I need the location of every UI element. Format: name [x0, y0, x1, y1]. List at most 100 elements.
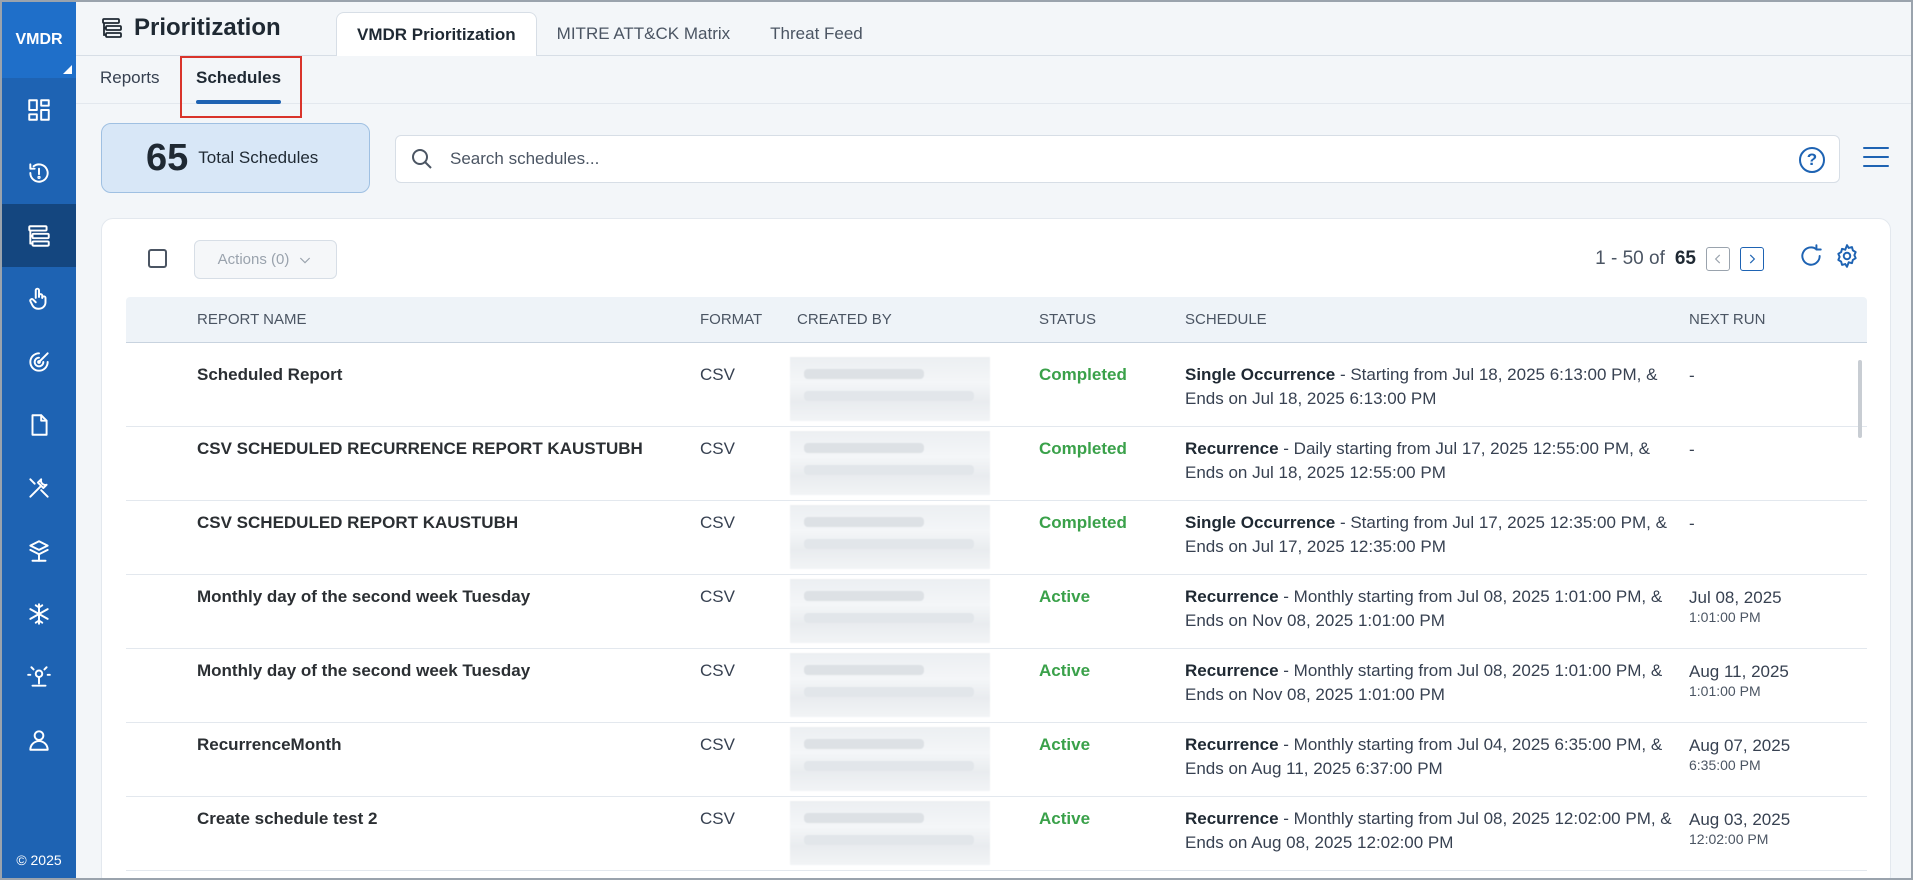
report-name[interactable]: Create schedule test 2 — [197, 809, 377, 829]
next-run: - — [1689, 513, 1695, 535]
next-run: Aug 03, 2025 12:02:00 PM — [1689, 809, 1790, 847]
table-row[interactable]: RecurrenceMonth CSV Active Recurrence - … — [126, 723, 1867, 797]
gear-icon — [1837, 244, 1857, 268]
created-by-redacted — [790, 653, 990, 717]
hand-pointer-icon — [29, 287, 47, 310]
chevron-right-icon — [1749, 254, 1756, 264]
actions-label: Actions (0) — [217, 251, 290, 268]
status-badge: Active — [1039, 809, 1091, 828]
next-run: Jul 08, 2025 1:01:00 PM — [1689, 587, 1782, 625]
settings-button[interactable] — [1834, 243, 1860, 275]
app-switcher-corner-icon — [63, 65, 72, 74]
table-row[interactable]: Scheduled Report CSV Completed Single Oc… — [126, 353, 1867, 427]
created-by-redacted — [790, 357, 990, 421]
column-header-status[interactable]: Status — [1039, 311, 1096, 328]
table-row[interactable]: Create schedule test 2 CSV Active Recurr… — [126, 797, 1867, 871]
copyright: © 2025 — [16, 852, 62, 868]
pagination: 1 - 50 of 65 — [1595, 243, 1860, 275]
alert-timer-icon — [29, 162, 49, 183]
report-name[interactable]: CSV SCHEDULED REPORT KAUSTUBH — [197, 513, 518, 533]
prioritization-icon — [28, 224, 50, 247]
sidebar-item-reports[interactable] — [2, 393, 76, 456]
status-badge: Active — [1039, 661, 1091, 680]
tab-threat-feed[interactable]: Threat Feed — [750, 12, 883, 56]
help-icon[interactable]: ? — [1799, 147, 1825, 173]
report-format: CSV — [700, 513, 735, 532]
chevron-down-icon — [300, 257, 311, 264]
next-run-date: Aug 07, 2025 — [1689, 736, 1791, 755]
next-run-time: 1:01:00 PM — [1689, 609, 1761, 625]
schedule-type: Single Occurrence — [1185, 365, 1336, 384]
sensor-icon — [27, 665, 51, 687]
report-name[interactable]: CSV SCHEDULED RECURRENCE REPORT KAUSTUBH — [197, 439, 643, 459]
search-input[interactable] — [450, 149, 1750, 169]
sidebar-item-alerts[interactable] — [2, 141, 76, 204]
next-page-button[interactable] — [1740, 247, 1764, 271]
table-row[interactable]: CSV SCHEDULED REPORT KAUSTUBH CSV Comple… — [126, 501, 1867, 575]
next-run-date: - — [1689, 440, 1695, 459]
sidebar-item-assets[interactable] — [2, 519, 76, 582]
status-badge: Active — [1039, 587, 1091, 606]
tools-icon — [29, 477, 49, 498]
tab-mitre-attack-matrix[interactable]: MITRE ATT&CK Matrix — [537, 12, 750, 56]
column-header-format[interactable]: Format — [700, 311, 762, 328]
report-name[interactable]: Scheduled Report — [197, 365, 342, 385]
brand-label: VMDR — [15, 31, 63, 48]
document-icon — [31, 413, 48, 436]
report-name[interactable]: Monthly day of the second week Tuesday — [197, 661, 530, 681]
app-window: VMDR © 2025 Prioritization VMDR Prioriti… — [0, 0, 1913, 880]
schedule-description: Recurrence - Monthly starting from Jul 0… — [1185, 807, 1675, 855]
schedule-description: Recurrence - Monthly starting from Jul 0… — [1185, 585, 1675, 633]
select-all-checkbox[interactable] — [148, 249, 167, 268]
report-format: CSV — [700, 735, 735, 754]
table-row[interactable]: Monthly day of the second week Tuesday C… — [126, 575, 1867, 649]
schedule-type: Recurrence — [1185, 735, 1279, 754]
table-row[interactable]: CSV SCHEDULED RECURRENCE REPORT KAUSTUBH… — [126, 427, 1867, 501]
table-body: Scheduled Report CSV Completed Single Oc… — [126, 353, 1867, 871]
column-header-created-by[interactable]: Created By — [797, 311, 892, 328]
status-badge: Completed — [1039, 439, 1127, 458]
sidebar-item-radar[interactable] — [2, 330, 76, 393]
refresh-button[interactable] — [1798, 243, 1824, 275]
search-icon — [412, 149, 432, 169]
brand-logo[interactable]: VMDR — [2, 2, 76, 78]
schedule-description: Single Occurrence - Starting from Jul 17… — [1185, 511, 1675, 559]
next-run-time: 12:02:00 PM — [1689, 831, 1769, 847]
table-row[interactable]: Monthly day of the second week Tuesday C… — [126, 649, 1867, 723]
schedule-description: Single Occurrence - Starting from Jul 18… — [1185, 363, 1675, 411]
report-name[interactable]: Monthly day of the second week Tuesday — [197, 587, 530, 607]
network-icon — [29, 539, 49, 562]
sidebar-item-dashboard[interactable] — [2, 78, 76, 141]
total-schedules-count: 65 — [146, 136, 189, 179]
tab-vmdr-prioritization[interactable]: VMDR Prioritization — [336, 12, 537, 57]
sidebar-item-tools[interactable] — [2, 456, 76, 519]
highlight-box — [180, 56, 302, 118]
column-header-next-run[interactable]: Next Run — [1689, 311, 1765, 328]
next-run: - — [1689, 439, 1695, 461]
next-run: Aug 07, 2025 6:35:00 PM — [1689, 735, 1790, 773]
schedules-table-panel: Actions (0) 1 - 50 of 65 REPORT NAME FOR… — [101, 218, 1891, 878]
actions-dropdown[interactable]: Actions (0) — [194, 240, 337, 279]
sidebar-item-patch[interactable] — [2, 267, 76, 330]
sidebar-item-configuration[interactable] — [2, 582, 76, 645]
snowflake-icon — [29, 602, 49, 625]
subnav-reports[interactable]: Reports — [100, 68, 160, 88]
next-run-date: Jul 08, 2025 — [1689, 588, 1782, 607]
prev-page-button[interactable] — [1706, 247, 1730, 271]
next-run-date: - — [1689, 366, 1695, 385]
report-format: CSV — [700, 365, 735, 384]
pagination-range: 1 - 50 of — [1595, 248, 1665, 269]
column-header-report-name[interactable]: Report Name — [197, 311, 306, 328]
column-header-schedule[interactable]: Schedule — [1185, 311, 1267, 328]
sidebar-item-sensors[interactable] — [2, 645, 76, 708]
sidebar-item-users[interactable] — [2, 708, 76, 771]
page-title-text: Prioritization — [134, 14, 281, 41]
total-schedules-label: Total Schedules — [198, 148, 319, 167]
hamburger-menu-icon[interactable] — [1863, 147, 1889, 169]
schedule-description: Recurrence - Monthly starting from Jul 0… — [1185, 659, 1675, 707]
next-run: Aug 11, 2025 1:01:00 PM — [1689, 661, 1789, 699]
sidebar-item-prioritization[interactable] — [2, 204, 76, 267]
table-scrollbar[interactable] — [1858, 360, 1862, 438]
report-name[interactable]: RecurrenceMonth — [197, 735, 342, 755]
prioritization-icon — [102, 18, 122, 38]
